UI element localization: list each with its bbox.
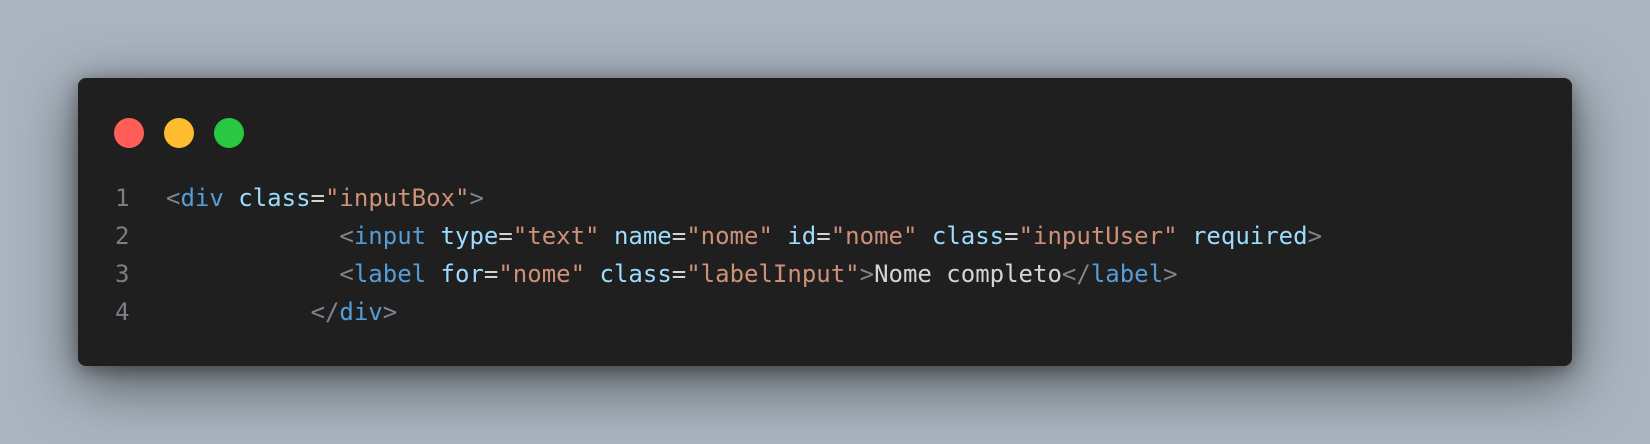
code-token-attr: class — [238, 184, 311, 212]
code-line-source: <div class="inputBox"> — [166, 179, 484, 217]
code-token-str: "inputUser" — [1018, 222, 1178, 250]
code-token-punct: < — [339, 222, 354, 250]
code-token-str: "nome" — [686, 222, 773, 250]
code-snippet-window: 1 <div class="inputBox"> 2 <input type="te… — [78, 78, 1572, 366]
code-token-eq: = — [310, 184, 325, 212]
code-block: 1 <div class="inputBox"> 2 <input type="te… — [78, 179, 1572, 331]
code-token-str: "labelInput" — [686, 260, 860, 288]
code-token-eq: = — [816, 222, 831, 250]
code-line: 4 </div> — [78, 293, 1572, 331]
line-number: 2 — [115, 222, 130, 250]
code-line-source: </div> — [166, 293, 398, 331]
code-token-str: "nome" — [498, 260, 586, 288]
code-token-attr: class — [931, 222, 1005, 250]
code-line: 1 <div class="inputBox"> — [78, 179, 1572, 217]
line-number: 3 — [115, 260, 130, 288]
code-token-punct: > — [469, 184, 484, 212]
minimize-dot-icon — [164, 118, 194, 148]
code-token-tag: input — [353, 222, 427, 250]
code-token-eq: = — [483, 260, 499, 288]
code-token-punct: </ — [310, 298, 340, 326]
code-token-punct: </ — [1061, 260, 1091, 288]
code-token-attr: required — [1191, 222, 1308, 250]
code-token-attr: id — [787, 222, 817, 250]
code-token-punct: > — [1307, 222, 1323, 250]
code-token-eq: = — [1004, 222, 1019, 250]
code-token-tag: div — [180, 184, 224, 212]
code-token-eq: = — [498, 222, 513, 250]
code-token-tag: label — [1090, 260, 1164, 288]
code-token-punct: < — [339, 260, 354, 288]
code-line-source: <label for="nome" class="labelInput">Nom… — [166, 255, 1178, 293]
code-token-str: "inputBox" — [324, 184, 470, 212]
window-controls — [114, 118, 244, 148]
code-token-attr: type — [440, 222, 499, 250]
maximize-dot-icon — [214, 118, 244, 148]
code-token-txt: Nome completo — [874, 260, 1062, 288]
code-token-punct: > — [382, 298, 398, 326]
code-token-attr: name — [613, 222, 672, 250]
line-number: 4 — [115, 298, 130, 326]
code-token-eq: = — [671, 260, 687, 288]
code-line: 3 <label for="nome" class="labelInput">N… — [78, 255, 1572, 293]
code-token-eq: = — [671, 222, 687, 250]
code-token-punct: > — [1163, 260, 1178, 288]
code-token-punct: > — [859, 260, 875, 288]
code-token-str: "nome" — [830, 222, 918, 250]
code-line-source: <input type="text" name="nome" id="nome"… — [166, 217, 1322, 255]
close-dot-icon — [114, 118, 144, 148]
code-token-tag: label — [353, 260, 427, 288]
code-token-punct: < — [166, 184, 181, 212]
code-token-attr: class — [599, 260, 672, 288]
code-line: 2 <input type="text" name="nome" id="nom… — [78, 217, 1572, 255]
code-token-tag: div — [339, 298, 383, 326]
line-number: 1 — [115, 184, 130, 212]
code-token-attr: for — [440, 260, 484, 288]
code-token-str: "text" — [512, 222, 600, 250]
